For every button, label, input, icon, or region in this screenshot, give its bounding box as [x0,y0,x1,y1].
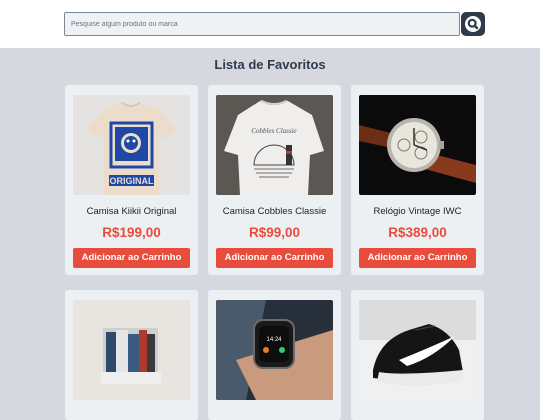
product-price: R$99,00 [248,225,301,240]
page-title: Lista de Favoritos [214,57,326,72]
watch-time: 14:24 [266,337,282,343]
smartwatch-image: 14:24 [216,300,333,400]
jeans-image [73,300,190,400]
add-to-cart-button[interactable]: Adicionar ao Carrinho [216,248,333,268]
tshirt-image: ORIGINAL [73,95,190,195]
product-image[interactable]: Cobbles Classie [216,95,333,195]
product-image[interactable] [359,95,476,195]
product-image[interactable]: ORIGINAL [73,95,190,195]
product-card: ORIGINAL Camisa Kiikii Original R$199,00… [65,85,198,275]
product-image[interactable]: 14:24 [216,300,333,400]
add-to-cart-button[interactable]: Adicionar ao Carrinho [73,248,190,268]
product-image[interactable] [359,300,476,400]
print-text: ORIGINAL [110,176,155,186]
product-name: Camisa Kiikii Original [86,206,177,217]
product-name: Relógio Vintage IWC [373,206,462,217]
header [0,0,540,48]
product-card: 14:24 [208,290,341,420]
product-card [65,290,198,420]
product-card: Cobbles Classie Camisa Cobbles Classie R… [208,85,341,275]
product-card: Relógio Vintage IWC R$389,00 Adicionar a… [351,85,484,275]
print-text: Cobbles Classie [251,127,296,135]
product-card [351,290,484,420]
sneaker-image [359,300,476,400]
product-price: R$389,00 [388,225,447,240]
watch-image [359,95,476,195]
tshirt-image: Cobbles Classie [216,95,333,195]
search-field[interactable] [64,12,460,36]
product-name: Camisa Cobbles Classie [222,206,327,217]
search-button[interactable] [461,12,485,36]
search-icon [465,16,481,32]
product-image[interactable] [73,300,190,400]
search-input[interactable] [65,13,459,36]
product-price: R$199,00 [102,225,161,240]
add-to-cart-button[interactable]: Adicionar ao Carrinho [359,248,476,268]
